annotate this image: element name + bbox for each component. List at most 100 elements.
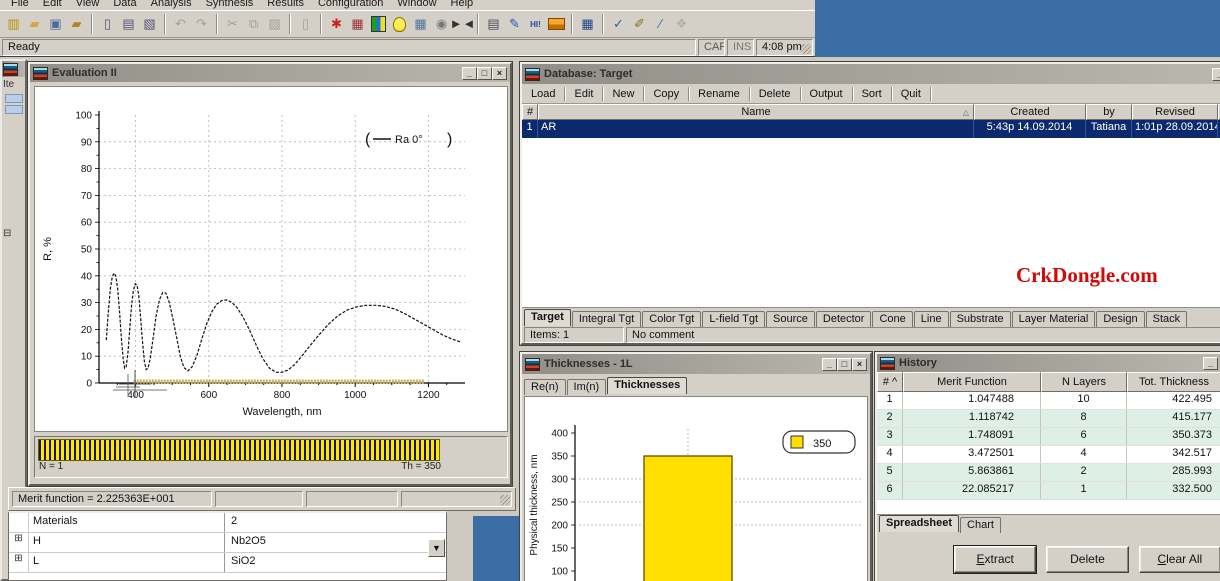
analysis-chart-icon[interactable]: ▦ bbox=[347, 14, 368, 34]
menu-view[interactable]: View bbox=[69, 0, 107, 9]
db-tab-target[interactable]: Target bbox=[524, 309, 571, 326]
menu-synthesis[interactable]: Synthesis bbox=[199, 0, 261, 9]
db-col-created[interactable]: Created bbox=[974, 104, 1086, 120]
db-menu-load[interactable]: Load bbox=[522, 87, 565, 101]
maximize-button[interactable]: □ bbox=[837, 358, 852, 371]
db-menu-quit[interactable]: Quit bbox=[892, 87, 931, 101]
copy-icon[interactable]: ⧉ bbox=[243, 14, 264, 34]
delete-button[interactable]: Delete bbox=[1046, 546, 1128, 573]
menu-window[interactable]: Window bbox=[390, 0, 443, 9]
edit-doc-icon[interactable]: ▤ bbox=[118, 14, 139, 34]
expand-box-icon[interactable]: ⊞ bbox=[9, 533, 29, 552]
delete-doc-icon[interactable]: ▧ bbox=[139, 14, 160, 34]
history-row[interactable]: 11.04748810422.495 bbox=[877, 392, 1220, 410]
materials-row[interactable]: ⊞LSiO2 bbox=[9, 553, 446, 573]
design-icon[interactable]: ▥ bbox=[3, 14, 24, 34]
close-folder-icon[interactable]: ▰ bbox=[66, 14, 87, 34]
close-button[interactable]: × bbox=[852, 358, 867, 371]
menu-configuration[interactable]: Configuration bbox=[311, 0, 390, 9]
db-tab-l-field-tgt[interactable]: L-field Tgt bbox=[702, 311, 765, 327]
hist-col-tot-thickness[interactable]: Tot. Thickness bbox=[1127, 372, 1220, 392]
db-tab-layer-material[interactable]: Layer Material bbox=[1012, 311, 1096, 327]
clear-all-button[interactable]: Clear All bbox=[1139, 546, 1220, 573]
database-row-selected[interactable]: 1AR5:43p 14.09.2014Tatiana1:01p 28.09.20… bbox=[522, 120, 1220, 138]
db-tab-detector[interactable]: Detector bbox=[816, 311, 872, 327]
db-tab-line[interactable]: Line bbox=[914, 311, 949, 327]
layer-stripes[interactable] bbox=[38, 439, 440, 461]
db-menu-rename[interactable]: Rename bbox=[689, 87, 750, 101]
scroll-down-button[interactable]: ▼ bbox=[428, 539, 445, 557]
trash-icon[interactable]: ▯ bbox=[295, 14, 316, 34]
background-window-titlebar[interactable] bbox=[2, 61, 25, 77]
chart-window-icon[interactable]: ▦ bbox=[577, 14, 598, 34]
paste-icon[interactable]: ▨ bbox=[264, 14, 285, 34]
db-menu-new[interactable]: New bbox=[603, 87, 644, 101]
options-icon[interactable]: ❖ bbox=[671, 14, 692, 34]
db-menu-output[interactable]: Output bbox=[801, 87, 853, 101]
minimize-button[interactable]: _ bbox=[1212, 68, 1220, 81]
db-tab-design[interactable]: Design bbox=[1096, 311, 1144, 327]
pencil-icon[interactable]: ✐ bbox=[629, 14, 650, 34]
db-tab-substrate[interactable]: Substrate bbox=[950, 311, 1011, 327]
extract-button[interactable]: Extract bbox=[954, 546, 1036, 573]
maximize-button[interactable]: □ bbox=[477, 67, 492, 80]
th-tab-im-n[interactable]: Im(n) bbox=[567, 379, 607, 395]
menu-analysis[interactable]: Analysis bbox=[144, 0, 199, 9]
picture-icon[interactable]: ▦ bbox=[410, 14, 431, 34]
undo-icon[interactable]: ↶ bbox=[170, 14, 191, 34]
db-col-revised[interactable]: Revised bbox=[1132, 104, 1218, 120]
printer-icon[interactable]: ▤ bbox=[483, 14, 504, 34]
db-col-by[interactable]: by bbox=[1086, 104, 1132, 120]
import-icon[interactable]: ✓ bbox=[608, 14, 629, 34]
expand-box-icon[interactable]: ⊞ bbox=[9, 553, 29, 572]
collapse-box[interactable]: ⊟ bbox=[2, 226, 25, 241]
evaluation-chart[interactable]: 010203040506070809010040060080010001200W… bbox=[34, 86, 508, 432]
redo-icon[interactable]: ↷ bbox=[191, 14, 212, 34]
save-icon[interactable]: ▣ bbox=[45, 14, 66, 34]
db-tab-color-tgt[interactable]: Color Tgt bbox=[642, 311, 701, 327]
db-menu-edit[interactable]: Edit bbox=[565, 87, 603, 101]
step-arrows-icon[interactable]: ►◄ bbox=[452, 14, 473, 34]
th-tab-re-n[interactable]: Re(n) bbox=[524, 379, 566, 395]
db-menu-copy[interactable]: Copy bbox=[644, 87, 689, 101]
minimize-button[interactable]: _ bbox=[462, 67, 477, 80]
menu-data[interactable]: Data bbox=[106, 0, 143, 9]
history-row[interactable]: 622.0852171332.500 bbox=[877, 482, 1220, 500]
db-menu-delete[interactable]: Delete bbox=[750, 87, 801, 101]
hist-col-n-layers[interactable]: N Layers bbox=[1041, 372, 1127, 392]
machine-icon[interactable] bbox=[548, 18, 565, 30]
db-menu-sort[interactable]: Sort bbox=[853, 87, 892, 101]
list-item[interactable] bbox=[5, 94, 23, 103]
history-row[interactable]: 55.8638612285.993 bbox=[877, 464, 1220, 482]
db-tab-source[interactable]: Source bbox=[766, 311, 815, 327]
history-titlebar[interactable]: History _ bbox=[877, 354, 1220, 372]
menu-help[interactable]: Help bbox=[444, 0, 481, 9]
hist-tab-chart[interactable]: Chart bbox=[960, 517, 1001, 533]
list-item[interactable] bbox=[5, 105, 23, 114]
database-titlebar[interactable]: Database: Target _ bbox=[522, 64, 1220, 84]
menu-edit[interactable]: Edit bbox=[36, 0, 69, 9]
hist-col-merit-function[interactable]: Merit Function bbox=[903, 372, 1041, 392]
db-tab-cone[interactable]: Cone bbox=[872, 311, 912, 327]
th-tab-thicknesses[interactable]: Thicknesses bbox=[607, 377, 687, 394]
thickness-bar-chart[interactable]: 100150200250300350400Physical thickness,… bbox=[524, 396, 868, 581]
new-doc-icon[interactable]: ▯ bbox=[97, 14, 118, 34]
history-row[interactable]: 31.7480916350.373 bbox=[877, 428, 1220, 446]
hist-col-[interactable]: # ^ bbox=[877, 372, 903, 392]
minimize-button[interactable]: _ bbox=[1203, 357, 1218, 370]
hist-tab-spreadsheet[interactable]: Spreadsheet bbox=[879, 515, 959, 532]
menu-file[interactable]: File bbox=[4, 0, 36, 9]
open-folder-icon[interactable]: ▰ bbox=[24, 14, 45, 34]
pens-icon[interactable]: ✎ bbox=[504, 14, 525, 34]
close-button[interactable]: × bbox=[492, 67, 507, 80]
history-row[interactable]: 43.4725014342.517 bbox=[877, 446, 1220, 464]
history-row[interactable]: 21.1187428415.177 bbox=[877, 410, 1220, 428]
materials-row[interactable]: Materials2 bbox=[9, 513, 446, 533]
hi-icon[interactable]: HI! bbox=[525, 14, 546, 34]
thicknesses-titlebar[interactable]: Thicknesses - 1L _□× bbox=[522, 354, 870, 374]
db-tab-integral-tgt[interactable]: Integral Tgt bbox=[572, 311, 641, 327]
bulb-icon[interactable] bbox=[393, 17, 406, 32]
menu-results[interactable]: Results bbox=[260, 0, 311, 9]
materials-row[interactable]: ⊞HNb2O5 bbox=[9, 533, 446, 553]
synthesis-icon[interactable]: ✱ bbox=[326, 14, 347, 34]
